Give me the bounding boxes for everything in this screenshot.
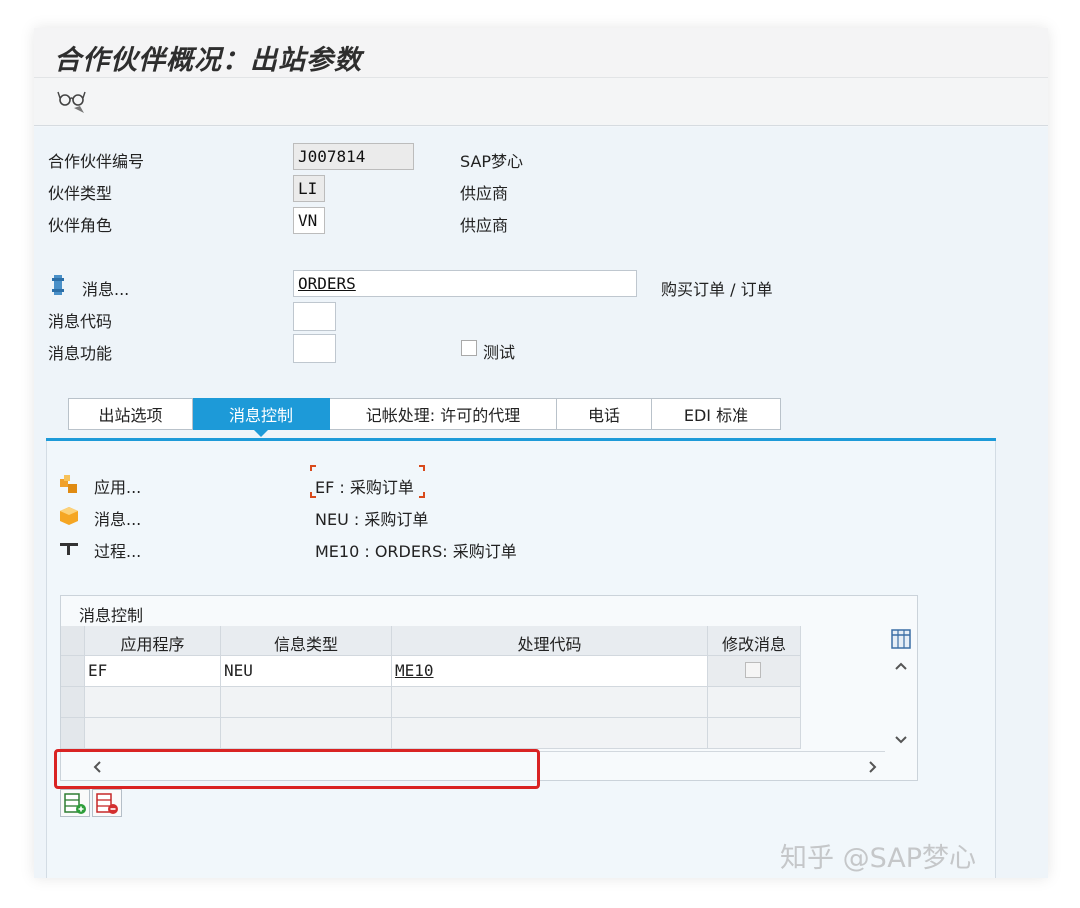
process-icon [60,543,78,555]
insert-row-button[interactable] [60,789,90,817]
partner-role-field[interactable]: VN [293,207,325,234]
page-title: 合作伙伴概况：出站参数 [54,45,362,76]
row-selector[interactable] [61,718,85,749]
glasses-icon[interactable] [56,86,90,116]
delete-row-icon [96,793,118,814]
scroll-right-icon[interactable] [867,760,879,774]
partner-type-desc: 供应商 [460,184,509,203]
column-header[interactable]: 处理代码 [392,626,708,656]
cell-change-message [708,718,801,749]
select-all-cell[interactable] [61,626,85,656]
cell-application[interactable]: EF [85,656,221,687]
focus-corner [419,492,425,498]
message-function-field[interactable] [293,334,336,363]
partner-role-label: 伙伴角色 [48,216,113,235]
process-label: 过程... [94,542,142,561]
cell-change-message [708,656,801,687]
output-type-value: NEU : 采购订单 [315,510,429,529]
cell-output-type[interactable]: NEU [221,656,392,687]
tab-strip: 出站选项 消息控制 记帐处理: 许可的代理 电话 EDI 标准 [68,398,781,437]
focus-corner [310,465,316,471]
partner-no-label: 合作伙伴编号 [48,152,145,171]
tab-edi-standard[interactable]: EDI 标准 [652,398,781,430]
application-label: 应用... [94,478,142,497]
watermark: 知乎 @SAP梦心 [780,843,976,874]
message-desc: 购买订单 / 订单 [661,280,773,299]
partner-role-desc: 供应商 [460,216,509,235]
tab-posting-agents[interactable]: 记帐处理: 许可的代理 [330,398,557,430]
cell-output-type[interactable] [221,718,392,749]
tab-telephony[interactable]: 电话 [557,398,652,430]
cell-application[interactable] [85,718,221,749]
title-bar: 合作伙伴概况：出站参数 [34,28,1048,78]
delete-row-button[interactable] [92,789,122,817]
test-label: 测试 [483,343,516,362]
cell-process-code[interactable] [392,687,708,718]
partner-type-field[interactable]: LI [293,175,325,202]
column-header[interactable]: 修改消息 [708,626,801,656]
partner-type-label: 伙伴类型 [48,184,113,203]
column-header[interactable]: 信息类型 [221,626,392,656]
message-value: ORDERS [298,274,356,293]
test-checkbox[interactable] [461,340,477,356]
highlight-box [54,749,540,789]
message-code-field[interactable] [293,302,336,331]
tab-outbound-options[interactable]: 出站选项 [68,398,193,430]
process-value: ME10 : ORDERS: 采购订单 [315,542,517,561]
scroll-down-icon[interactable] [894,734,908,746]
table-title: 消息控制 [79,606,144,625]
insert-row-icon [64,793,86,814]
partner-no-field[interactable]: J007814 [293,143,414,170]
cell-application[interactable] [85,687,221,718]
change-message-checkbox[interactable] [745,662,761,678]
output-type-icon [60,507,78,525]
focus-corner [419,465,425,471]
message-code-label: 消息代码 [48,312,113,331]
row-selector[interactable] [61,687,85,718]
partner-no-desc: SAP梦心 [460,152,524,171]
message-function-label: 消息功能 [48,344,113,363]
message-field[interactable]: ORDERS [293,270,637,297]
application-icon [60,475,77,493]
cell-change-message [708,687,801,718]
sap-window: 合作伙伴概况：出站参数 合作伙伴编号 J007814 SAP梦心 伙伴类型 LI… [34,28,1048,878]
message-label: 消息... [82,280,130,299]
scroll-up-icon[interactable] [894,660,908,672]
cell-process-code[interactable]: ME10 [392,656,708,687]
cell-process-code[interactable] [392,718,708,749]
message-icon [52,275,64,295]
column-header[interactable]: 应用程序 [85,626,221,656]
tab-message-control[interactable]: 消息控制 [193,398,330,437]
row-selector[interactable] [61,656,85,687]
toolbar [34,78,1048,126]
cell-output-type[interactable] [221,687,392,718]
application-value[interactable]: EF : 采购订单 [315,474,414,498]
main-content: 合作伙伴编号 J007814 SAP梦心 伙伴类型 LI 供应商 伙伴角色 VN… [34,127,1048,878]
table-settings-icon[interactable] [891,629,911,649]
output-type-label: 消息... [94,510,142,529]
